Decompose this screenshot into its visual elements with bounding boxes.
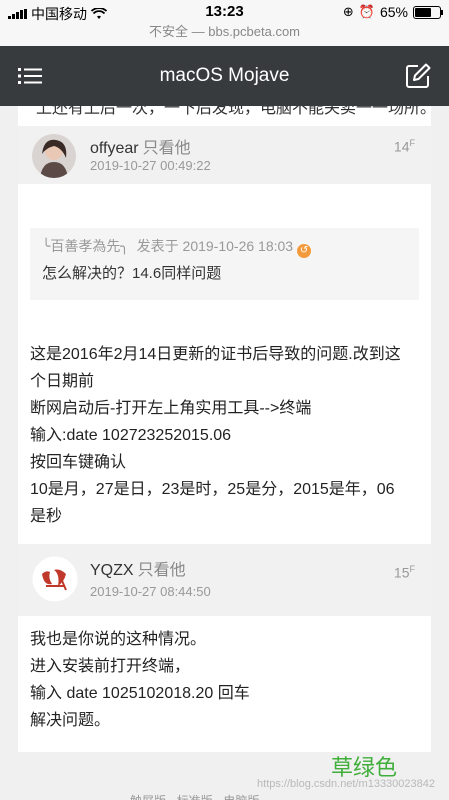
footer-links[interactable]: 触屏版 · 标准版 · 电脑版 (130, 792, 259, 800)
post-body: ╰百善孝為先╮ 发表于 2019-10-26 18:03 ↺ 怎么解决的？14.6… (18, 184, 431, 544)
post-line: 10是月，27是日，23是时，25是分，2015是年，06 (30, 481, 395, 498)
alarm-icon: ⏰ (358, 4, 375, 19)
only-view-link[interactable]: 只看他 (138, 562, 186, 579)
post-line: 输入:date 102723252015.06 (30, 427, 232, 444)
page-title: macOS Mojave (159, 65, 290, 86)
quote-block: ╰百善孝為先╮ 发表于 2019-10-26 18:03 ↺ 怎么解决的？14.6… (30, 228, 419, 300)
previous-post-text: 上还有上后一次，一下后发现，电脑不能关卖一一场所。 (36, 106, 437, 117)
security-label: 不安全 (148, 24, 188, 39)
previous-post-fragment: 上还有上后一次，一下后发现，电脑不能关卖一一场所。 (18, 106, 436, 126)
status-right: ⊕ ⏰ 65% (342, 4, 443, 20)
post-username[interactable]: YQZX 只看他 (90, 556, 186, 580)
post-line: 断网启动后-打开左上角实用工具-->终端 (30, 400, 312, 417)
quote-text: 怎么解决的？14.6同样问题 (42, 265, 222, 282)
app-header: macOS Mojave (0, 46, 449, 106)
post-header: offyear 只看他 2019-10-27 00:49:22 14F (18, 126, 431, 184)
post-text: 我也是你说的这种情况。 进入安装前打开终端， 输入 date 102510201… (30, 626, 425, 734)
status-bar: 中国移动 13:23 ⊕ ⏰ 65% (0, 0, 449, 24)
post-line: 进入安装前打开终端， (30, 658, 191, 675)
post-text: 这是2016年2月14日更新的证书后导致的问题.改到这 个日期前 断网启动后-打… (30, 341, 425, 530)
watermark: https://blog.csdn.net/m13330023842 (257, 778, 435, 790)
post-line: 按回车键确认 (30, 454, 127, 471)
floor-number: 15F (393, 564, 415, 581)
post-line: 是秒 (30, 508, 63, 525)
url-bar[interactable]: 不安全 — bbs.pcbeta.com (0, 24, 449, 46)
post-line: 个日期前 (30, 373, 95, 390)
post-line: 解决问题。 (30, 712, 111, 729)
avatar[interactable] (32, 134, 76, 178)
battery-icon (413, 5, 443, 19)
post-date: 2019-10-27 00:49:22 (90, 158, 211, 173)
orientation-lock-icon: ⊕ (342, 4, 354, 19)
quote-jump-icon[interactable]: ↺ (297, 244, 312, 258)
post-body: 我也是你说的这种情况。 进入安装前打开终端， 输入 date 102510201… (18, 616, 431, 752)
only-view-link[interactable]: 只看他 (143, 140, 191, 157)
post-username[interactable]: offyear 只看他 (90, 134, 191, 158)
compose-icon[interactable] (405, 63, 431, 89)
quote-posted-label: 发表于 (136, 238, 179, 254)
quote-author: ╰百善孝為先╮ (42, 238, 129, 254)
post-line: 输入 date 1025102018.20 回车 (30, 685, 250, 702)
url-domain: bbs.pcbeta.com (208, 24, 301, 39)
post-line: 我也是你说的这种情况。 (30, 631, 207, 648)
post-header: YQZX 只看他 2019-10-27 08:44:50 15F (18, 544, 431, 616)
thread-content: 上还有上后一次，一下后发现，电脑不能关卖一一场所。 offyear 只看他 201… (0, 106, 449, 800)
post-line: 这是2016年2月14日更新的证书后导致的问题.改到这 (30, 346, 401, 363)
post-date: 2019-10-27 08:44:50 (90, 584, 211, 599)
url-separator: — (188, 24, 209, 39)
quote-date: 2019-10-26 18:03 (182, 238, 294, 254)
floor-number: 14F (393, 138, 415, 155)
battery-percent: 65% (379, 4, 408, 20)
avatar[interactable] (32, 556, 78, 602)
quote-meta: ╰百善孝為先╮ 发表于 2019-10-26 18:03 ↺ (42, 236, 312, 258)
